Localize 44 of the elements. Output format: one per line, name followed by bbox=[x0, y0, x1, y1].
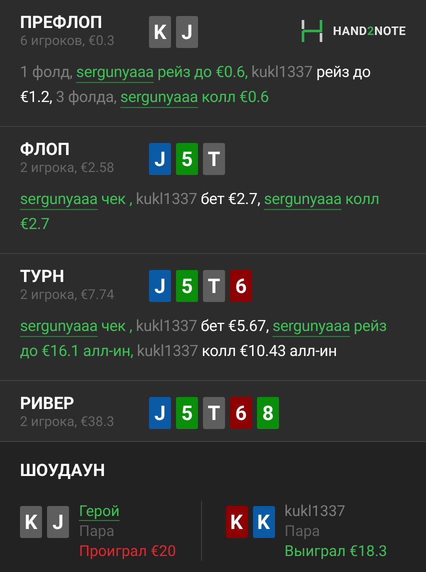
action-log: sergunyaaa чек , kukl1337 бет €5.67, sergunyaaa рейз до €16.1 алл-ин, kukl1337 колл €10.43 алл-ин bbox=[20, 316, 388, 362]
street-info: 2 игрока, €2.58 bbox=[20, 160, 116, 177]
playing-card: 6 bbox=[230, 270, 252, 302]
playing-card: K bbox=[226, 506, 248, 538]
logo-icon bbox=[300, 20, 323, 42]
player-link[interactable]: sergunyaaa bbox=[76, 63, 154, 81]
street-info: 2 игрока, €38.3 bbox=[20, 414, 116, 431]
playing-card: J bbox=[176, 16, 198, 48]
player-name: kukl1337 bbox=[284, 501, 346, 521]
playing-card: J bbox=[47, 506, 69, 538]
street-info: 6 игроков, €0.3 bbox=[20, 33, 116, 50]
player-link[interactable]: sergunyaaa bbox=[272, 317, 350, 335]
player-link[interactable]: sergunyaaa bbox=[120, 88, 198, 106]
playing-card: T bbox=[203, 270, 225, 302]
playing-card: T bbox=[203, 397, 225, 429]
action-log: 1 фолд, sergunyaaa рейз до €0.6, kukl1337 рейз до €1.2, 3 фолда, sergunyaaa колл €0.6 bbox=[20, 62, 372, 108]
street-info: 2 игрока, €7.74 bbox=[20, 287, 116, 304]
playing-card: K bbox=[149, 16, 171, 48]
hand-rank: Пара bbox=[79, 521, 114, 541]
section-title: ШОУДАУН bbox=[20, 461, 106, 481]
playing-card: J bbox=[149, 143, 171, 175]
result-text: Проиграл €20 bbox=[79, 541, 176, 561]
playing-card: K bbox=[252, 506, 274, 538]
street-title: ФЛОП bbox=[20, 140, 71, 160]
player-link[interactable]: sergunyaaa bbox=[20, 317, 98, 335]
logo-text: HAND2NOTE bbox=[332, 23, 406, 40]
playing-card: J bbox=[149, 270, 171, 302]
street-title: ТУРН bbox=[20, 267, 66, 287]
playing-card: J bbox=[149, 397, 171, 429]
result-text: Выиграл €18.3 bbox=[284, 541, 388, 561]
playing-card: 5 bbox=[176, 270, 198, 302]
player-link[interactable]: Герой bbox=[79, 501, 120, 521]
street-title: ПРЕФЛОП bbox=[20, 13, 104, 33]
hand-rank: Пара bbox=[284, 521, 320, 541]
playing-card: 5 bbox=[176, 397, 198, 429]
playing-card: K bbox=[20, 506, 42, 538]
player-link[interactable]: sergunyaaa bbox=[20, 190, 98, 208]
playing-card: T bbox=[203, 143, 225, 175]
playing-card: 5 bbox=[176, 143, 198, 175]
action-log: sergunyaaa чек , kukl1337 бет €2.7, sergunyaaa колл €2.7 bbox=[20, 189, 380, 235]
playing-card: 8 bbox=[257, 397, 279, 429]
playing-card: 6 bbox=[230, 397, 252, 429]
street-title: РИВЕР bbox=[20, 394, 76, 414]
player-link[interactable]: sergunyaaa bbox=[264, 190, 342, 208]
